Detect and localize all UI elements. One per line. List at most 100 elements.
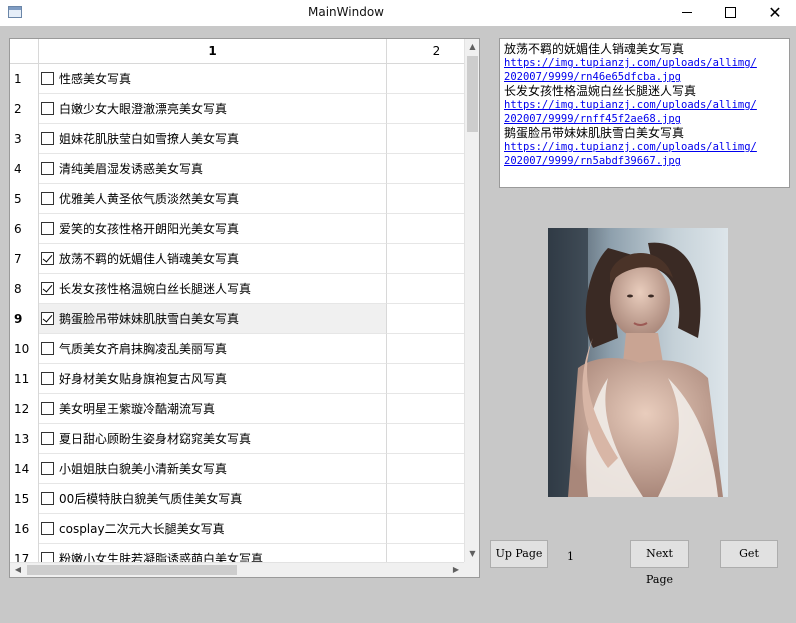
row-checkbox[interactable] bbox=[41, 342, 54, 355]
table-row[interactable]: 17 粉嫩小女生肤若凝脂诱惑萌白美女写真 bbox=[10, 544, 464, 564]
column2-cell[interactable] bbox=[387, 304, 464, 334]
table-row[interactable]: 13 夏日甜心顾盼生姿身材窈窕美女写真 bbox=[10, 424, 464, 454]
column2-cell[interactable] bbox=[387, 514, 464, 544]
row-number[interactable]: 3 bbox=[10, 124, 39, 154]
title-cell[interactable]: 白嫩少女大眼澄澈漂亮美女写真 bbox=[39, 94, 387, 124]
entry-url-line1[interactable]: https://img.tupianzj.com/uploads/allimg/ bbox=[504, 140, 785, 154]
table-row[interactable]: 1 性感美女写真 bbox=[10, 64, 464, 94]
title-cell[interactable]: 性感美女写真 bbox=[39, 64, 387, 94]
row-number[interactable]: 1 bbox=[10, 64, 39, 94]
table-row[interactable]: 11 好身材美女贴身旗袍复古风写真 bbox=[10, 364, 464, 394]
title-cell[interactable]: 长发女孩性格温婉白丝长腿迷人写真 bbox=[39, 274, 387, 304]
column2-cell[interactable] bbox=[387, 424, 464, 454]
title-cell[interactable]: 优雅美人黄圣依气质淡然美女写真 bbox=[39, 184, 387, 214]
title-cell[interactable]: 鹅蛋脸吊带妹妹肌肤雪白美女写真 bbox=[39, 304, 387, 334]
close-button[interactable]: ✕ bbox=[752, 0, 796, 26]
row-checkbox[interactable] bbox=[41, 132, 54, 145]
row-checkbox[interactable] bbox=[41, 102, 54, 115]
row-checkbox[interactable] bbox=[41, 252, 54, 265]
column2-cell[interactable] bbox=[387, 154, 464, 184]
title-cell[interactable]: 好身材美女贴身旗袍复古风写真 bbox=[39, 364, 387, 394]
table-row[interactable]: 3 姐妹花肌肤莹白如雪撩人美女写真 bbox=[10, 124, 464, 154]
horizontal-scrollbar[interactable]: ◀ ▶ bbox=[10, 562, 464, 577]
table-row[interactable]: 6 爱笑的女孩性格开朗阳光美女写真 bbox=[10, 214, 464, 244]
row-number[interactable]: 16 bbox=[10, 514, 39, 544]
row-checkbox[interactable] bbox=[41, 222, 54, 235]
column2-cell[interactable] bbox=[387, 184, 464, 214]
horizontal-scroll-thumb[interactable] bbox=[27, 565, 237, 575]
row-number[interactable]: 5 bbox=[10, 184, 39, 214]
row-checkbox[interactable] bbox=[41, 192, 54, 205]
title-cell[interactable]: cosplay二次元大长腿美女写真 bbox=[39, 514, 387, 544]
get-button[interactable]: Get bbox=[720, 540, 778, 568]
table-row[interactable]: 9 鹅蛋脸吊带妹妹肌肤雪白美女写真 bbox=[10, 304, 464, 334]
row-number[interactable]: 15 bbox=[10, 484, 39, 514]
table-row[interactable]: 14 小姐姐肤白貌美小清新美女写真 bbox=[10, 454, 464, 484]
row-number[interactable]: 7 bbox=[10, 244, 39, 274]
row-checkbox[interactable] bbox=[41, 492, 54, 505]
table-row[interactable]: 15 00后模特肤白貌美气质佳美女写真 bbox=[10, 484, 464, 514]
table-row[interactable]: 8 长发女孩性格温婉白丝长腿迷人写真 bbox=[10, 274, 464, 304]
title-cell[interactable]: 夏日甜心顾盼生姿身材窈窕美女写真 bbox=[39, 424, 387, 454]
column2-cell[interactable] bbox=[387, 274, 464, 304]
row-checkbox[interactable] bbox=[41, 462, 54, 475]
row-checkbox[interactable] bbox=[41, 72, 54, 85]
title-cell[interactable]: 气质美女齐肩抹胸凌乱美丽写真 bbox=[39, 334, 387, 364]
table-row[interactable]: 2 白嫩少女大眼澄澈漂亮美女写真 bbox=[10, 94, 464, 124]
title-cell[interactable]: 姐妹花肌肤莹白如雪撩人美女写真 bbox=[39, 124, 387, 154]
table-row[interactable]: 12 美女明星王紫璇冷酷潮流写真 bbox=[10, 394, 464, 424]
row-number[interactable]: 13 bbox=[10, 424, 39, 454]
row-number[interactable]: 9 bbox=[10, 304, 39, 334]
row-number[interactable]: 14 bbox=[10, 454, 39, 484]
vertical-scrollbar[interactable]: ▲ ▼ bbox=[464, 39, 479, 562]
column2-cell[interactable] bbox=[387, 64, 464, 94]
column2-cell[interactable] bbox=[387, 124, 464, 154]
row-checkbox[interactable] bbox=[41, 522, 54, 535]
scroll-left-icon[interactable]: ◀ bbox=[10, 563, 26, 577]
title-cell[interactable]: 美女明星王紫璇冷酷潮流写真 bbox=[39, 394, 387, 424]
title-cell[interactable]: 清纯美眉湿发诱惑美女写真 bbox=[39, 154, 387, 184]
row-checkbox[interactable] bbox=[41, 372, 54, 385]
row-number[interactable]: 8 bbox=[10, 274, 39, 304]
column2-cell[interactable] bbox=[387, 544, 464, 564]
table-row[interactable]: 5 优雅美人黄圣依气质淡然美女写真 bbox=[10, 184, 464, 214]
table-row[interactable]: 10 气质美女齐肩抹胸凌乱美丽写真 bbox=[10, 334, 464, 364]
column2-cell[interactable] bbox=[387, 364, 464, 394]
row-checkbox[interactable] bbox=[41, 282, 54, 295]
row-checkbox[interactable] bbox=[41, 402, 54, 415]
row-number[interactable]: 2 bbox=[10, 94, 39, 124]
row-checkbox[interactable] bbox=[41, 162, 54, 175]
maximize-button[interactable] bbox=[708, 0, 754, 26]
scroll-up-icon[interactable]: ▲ bbox=[465, 39, 479, 55]
entry-url-line2[interactable]: 202007/9999/rnff45f2ae68.jpg bbox=[504, 112, 785, 126]
up-page-button[interactable]: Up Page bbox=[490, 540, 548, 568]
row-number[interactable]: 12 bbox=[10, 394, 39, 424]
minimize-button[interactable] bbox=[664, 0, 710, 26]
entry-url-line2[interactable]: 202007/9999/rn5abdf39667.jpg bbox=[504, 154, 785, 168]
next-page-button[interactable]: Next Page bbox=[630, 540, 689, 586]
scroll-down-icon[interactable]: ▼ bbox=[465, 546, 479, 562]
row-checkbox[interactable] bbox=[41, 312, 54, 325]
table-row[interactable]: 16 cosplay二次元大长腿美女写真 bbox=[10, 514, 464, 544]
title-cell[interactable]: 00后模特肤白貌美气质佳美女写真 bbox=[39, 484, 387, 514]
scroll-right-icon[interactable]: ▶ bbox=[448, 563, 464, 577]
row-number[interactable]: 4 bbox=[10, 154, 39, 184]
row-number[interactable]: 11 bbox=[10, 364, 39, 394]
title-cell[interactable]: 小姐姐肤白貌美小清新美女写真 bbox=[39, 454, 387, 484]
column2-cell[interactable] bbox=[387, 94, 464, 124]
entry-url-line1[interactable]: https://img.tupianzj.com/uploads/allimg/ bbox=[504, 56, 785, 70]
row-number[interactable]: 10 bbox=[10, 334, 39, 364]
entry-url-line2[interactable]: 202007/9999/rn46e65dfcba.jpg bbox=[504, 70, 785, 84]
table-row[interactable]: 7 放荡不羁的妩媚佳人销魂美女写真 bbox=[10, 244, 464, 274]
table-row[interactable]: 4 清纯美眉湿发诱惑美女写真 bbox=[10, 154, 464, 184]
entry-url-line1[interactable]: https://img.tupianzj.com/uploads/allimg/ bbox=[504, 98, 785, 112]
row-number[interactable]: 6 bbox=[10, 214, 39, 244]
vertical-scroll-thumb[interactable] bbox=[467, 56, 478, 132]
column2-cell[interactable] bbox=[387, 484, 464, 514]
column2-cell[interactable] bbox=[387, 454, 464, 484]
row-number[interactable]: 17 bbox=[10, 544, 39, 564]
column2-cell[interactable] bbox=[387, 214, 464, 244]
column2-cell[interactable] bbox=[387, 394, 464, 424]
title-cell[interactable]: 粉嫩小女生肤若凝脂诱惑萌白美女写真 bbox=[39, 544, 387, 564]
image-list-table[interactable]: 1 2 1 性感美女写真 2 白嫩少女大眼澄澈漂亮美女写真 3 姐妹花肌肤莹白如雪撩人美女… bbox=[9, 38, 480, 578]
